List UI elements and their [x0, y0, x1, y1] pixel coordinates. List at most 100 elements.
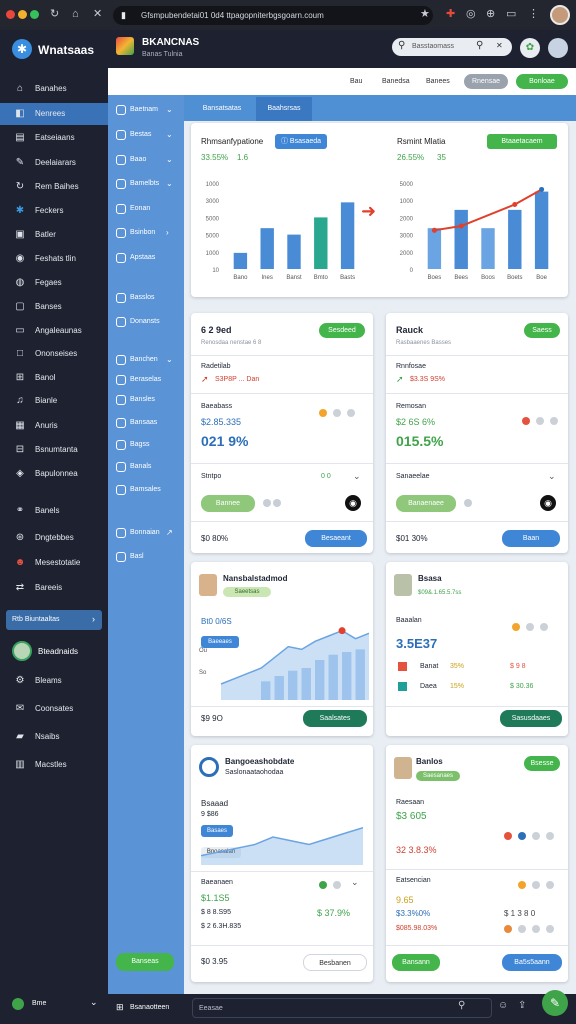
secondary-nav-item-4[interactable]: Bamelbts ⌄: [108, 174, 184, 194]
sidebar-footer[interactable]: Bme ⌄: [0, 994, 108, 1014]
card2-badge[interactable]: Saess: [524, 323, 560, 338]
sidebar-item-16[interactable]: ⊟ Bsnumtanta: [0, 439, 108, 461]
sidebar-item-13[interactable]: ⊞ Banol: [0, 367, 108, 389]
sidebar-item-15[interactable]: ▦ Anuris: [0, 415, 108, 437]
maximize-window-button[interactable]: [30, 10, 39, 19]
secondary-nav-item-8[interactable]: Basslos: [108, 288, 184, 308]
card6-footer-button[interactable]: Ba5s5aann: [502, 954, 562, 971]
card2-footer-button[interactable]: Baan: [502, 530, 560, 547]
secondary-nav-item-10[interactable]: Banchen ⌄: [108, 350, 184, 370]
secondary-nav-button[interactable]: Banseas: [116, 953, 174, 971]
sidebar-item-14[interactable]: ♫ Bianle: [0, 390, 108, 412]
secondary-nav-item-13[interactable]: Bansaas: [108, 413, 184, 433]
sidebar-item-2[interactable]: ◧ Nenrees: [0, 103, 108, 125]
shield-icon[interactable]: ◎: [466, 8, 476, 20]
secondary-nav-item-7[interactable]: Apstaas: [108, 248, 184, 268]
sidebar-item-3[interactable]: ▤ Eatseiaans: [0, 127, 108, 149]
secondary-nav-item-3[interactable]: Baao ⌄: [108, 150, 184, 170]
toolbar-link-1[interactable]: Bau: [350, 78, 362, 85]
emoji-icon[interactable]: ☺: [498, 1000, 508, 1011]
toggle-dot[interactable]: [464, 499, 472, 507]
card3-footer-button[interactable]: Saalsates: [303, 710, 367, 727]
sidebar-item-18[interactable]: ⚭ Banels: [0, 500, 108, 522]
extension-badge-icon[interactable]: ✚: [446, 8, 455, 20]
chart-left-badge[interactable]: ⓘ Bsasaeda: [275, 134, 327, 149]
chart-right-badge[interactable]: Btaaetacaem: [487, 134, 557, 149]
window-icon[interactable]: ▭: [506, 8, 516, 20]
card1-badge[interactable]: Sesdeed: [319, 323, 365, 338]
toggle-dot[interactable]: [263, 499, 271, 507]
minimize-window-button[interactable]: [18, 10, 27, 19]
sidebar-item-17[interactable]: ◈ Bapulonnea: [0, 463, 108, 485]
home-icon[interactable]: ⌂: [72, 8, 79, 20]
sidebar-search[interactable]: Rtb Biuntaaltas ›: [6, 610, 102, 630]
header-search[interactable]: ⚲ Basstaomass ⚲ ✕: [392, 38, 512, 56]
secondary-nav-item-6[interactable]: Bsinbon ›: [108, 223, 184, 243]
secondary-nav-item-11[interactable]: Beraselas: [108, 370, 184, 390]
secondary-nav-item-2[interactable]: Bestas ⌄: [108, 125, 184, 145]
chat-fab-icon[interactable]: ✎: [542, 990, 568, 1016]
menu-icon[interactable]: ⋮: [528, 8, 539, 20]
secondary-nav-item-15[interactable]: Banals: [108, 457, 184, 477]
github-icon[interactable]: ◉: [540, 495, 556, 511]
sidebar-item-21[interactable]: ⇄ Bareeis: [0, 577, 108, 599]
toolbar-link-2[interactable]: Banedsa: [382, 78, 410, 85]
github-icon[interactable]: ◉: [345, 495, 361, 511]
sidebar-item-1[interactable]: ⌂ Banahes: [0, 78, 108, 100]
sidebar-profile[interactable]: Bteadnaids: [0, 638, 108, 664]
secondary-nav-item-9[interactable]: Donansts: [108, 312, 184, 332]
sidebar-item-19[interactable]: ⊛ Dngtebbes: [0, 527, 108, 549]
card6-badge2[interactable]: Bsesse: [524, 756, 560, 771]
sidebar-item-4[interactable]: ✎ Deelaiarars: [0, 152, 108, 174]
notifications-icon[interactable]: ✿: [520, 38, 540, 58]
tab-analytics[interactable]: Baahsrsas: [256, 97, 312, 121]
address-bar[interactable]: ▮ Gfsmpubendetai01 0d4 ttpagopniterbgsgo…: [113, 6, 433, 25]
sidebar-lower-item-1[interactable]: ⚙ Bleams: [0, 670, 108, 692]
user-avatar[interactable]: [548, 38, 568, 58]
card1-pill[interactable]: Bannee: [201, 495, 255, 512]
card1-footer-button[interactable]: Besaeant: [305, 530, 367, 547]
toolbar-green-button[interactable]: Bonloae: [516, 74, 568, 89]
puzzle-icon[interactable]: ⊕: [486, 8, 495, 20]
sidebar-item-6[interactable]: ✱ Feckers: [0, 200, 108, 222]
sidebar-lower-item-3[interactable]: ▰ Nsaibs: [0, 726, 108, 748]
sidebar-item-9[interactable]: ◍ Fegaes: [0, 272, 108, 294]
sidebar-item-7[interactable]: ▣ Batler: [0, 224, 108, 246]
secondary-nav-item-17[interactable]: Bonnaian ↗: [108, 523, 184, 543]
sidebar-item-8[interactable]: ◉ Feshats tlin: [0, 248, 108, 270]
sidebar-item-5[interactable]: ↻ Rem Baihes: [0, 176, 108, 198]
search-icon[interactable]: ⚲: [458, 1000, 465, 1011]
toolbar-link-3[interactable]: Banees: [426, 78, 450, 85]
sidebar-item-20[interactable]: ☻ Mesestotatie: [0, 552, 108, 574]
secondary-nav-item-1[interactable]: Baetnam ⌄: [108, 100, 184, 120]
chevron-down-icon[interactable]: ⌄: [353, 471, 361, 482]
toolbar-grey-button[interactable]: Rnensae: [464, 74, 508, 89]
card3-badge[interactable]: Saeetsas: [223, 587, 271, 597]
tab-overview[interactable]: Bansatsatas: [190, 97, 254, 121]
card2-pill[interactable]: Banaenaee: [396, 495, 456, 512]
sidebar-item-10[interactable]: ▢ Banses: [0, 296, 108, 318]
bottom-input[interactable]: Eeasae: [192, 998, 492, 1018]
card6-badge[interactable]: Saesanaes: [416, 771, 460, 781]
card4-footer-button[interactable]: Sasusdaaes: [500, 710, 562, 727]
card5-footer-button[interactable]: Besbanen: [303, 954, 367, 971]
toggle-dot[interactable]: [273, 499, 281, 507]
secondary-nav-item-18[interactable]: Basl: [108, 547, 184, 567]
reload-icon[interactable]: ↻: [50, 8, 59, 20]
close-tab-icon[interactable]: ✕: [93, 8, 102, 20]
card6-footer-pill[interactable]: Bansann: [392, 954, 440, 971]
bookmark-star-icon[interactable]: ★: [420, 8, 430, 20]
profile-avatar[interactable]: [550, 5, 570, 25]
sidebar-lower-item-2[interactable]: ✉ Coonsates: [0, 698, 108, 720]
sidebar-item-11[interactable]: ▭ Angaleaunas: [0, 320, 108, 342]
secondary-nav-item-5[interactable]: Eonan: [108, 199, 184, 219]
secondary-nav-item-16[interactable]: Bamsales: [108, 480, 184, 500]
share-icon[interactable]: ⇪: [518, 1000, 526, 1011]
sidebar-item-12[interactable]: □ Ononseises: [0, 343, 108, 365]
chevron-down-icon[interactable]: ⌄: [548, 471, 556, 482]
secondary-nav-item-12[interactable]: Bansles: [108, 390, 184, 410]
close-window-button[interactable]: [6, 10, 15, 19]
sidebar-lower-item-4[interactable]: ▥ Macstles: [0, 754, 108, 776]
secondary-nav-item-14[interactable]: Bagss: [108, 435, 184, 455]
chevron-down-icon[interactable]: ⌄: [351, 877, 359, 888]
